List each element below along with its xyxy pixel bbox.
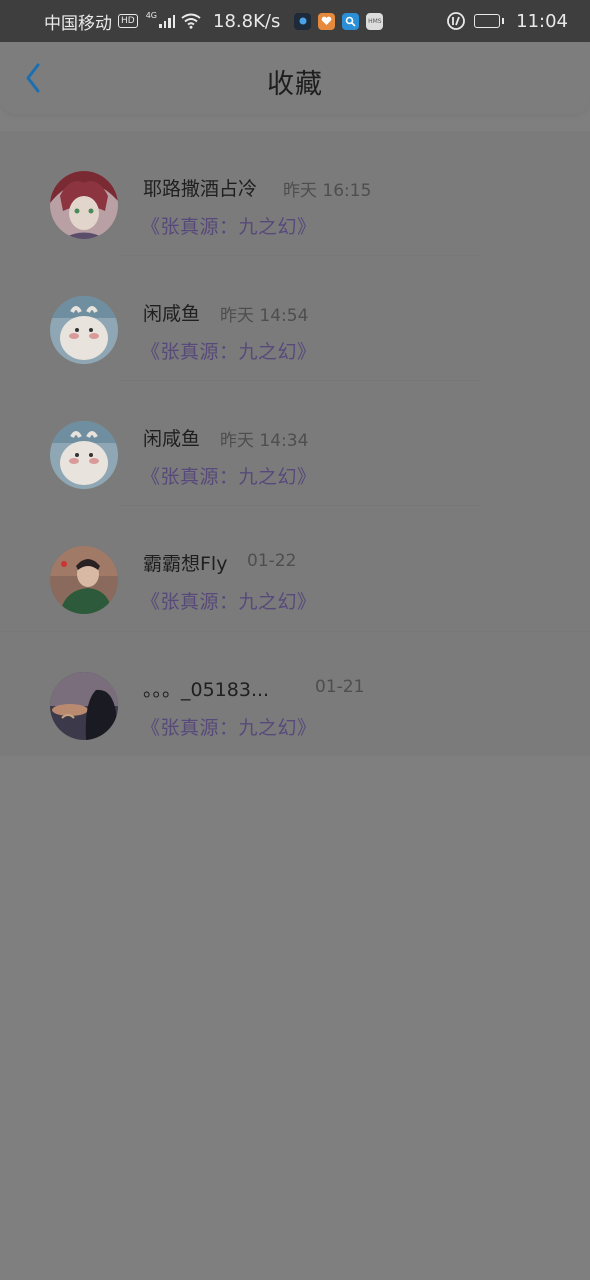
battery-level: 86 xyxy=(486,15,500,27)
status-bar: 中国移动 HD 4G 18.8K/s HMS 86 11:04 xyxy=(0,0,590,42)
book-title-link[interactable]: 《张真源：九之幻》 xyxy=(141,587,317,614)
user-name: 闲咸鱼 xyxy=(143,303,201,325)
avatar[interactable] xyxy=(50,421,118,489)
wifi-icon xyxy=(181,13,201,29)
header-bar: 收藏 xyxy=(0,42,590,114)
timestamp: 昨天 14:34 xyxy=(220,431,309,451)
battery-tip xyxy=(502,18,505,24)
book-title-link[interactable]: 《张真源：九之幻》 xyxy=(141,713,317,740)
camera-app-icon xyxy=(294,12,312,30)
hms-app-icon: HMS xyxy=(366,12,384,30)
user-name: 。。。_05183... xyxy=(143,679,270,701)
avatar[interactable] xyxy=(50,672,118,740)
timestamp: 01-21 xyxy=(315,677,365,697)
clock: 11:04 xyxy=(516,10,568,32)
avatar[interactable] xyxy=(50,171,118,239)
battery-icon: 86 xyxy=(474,14,501,28)
heart-app-icon xyxy=(318,12,336,30)
list-item[interactable]: 闲咸鱼 昨天 14:34 《张真源：九之幻》 xyxy=(0,381,590,506)
user-name: 闲咸鱼 xyxy=(143,428,201,450)
avatar[interactable] xyxy=(50,546,118,614)
list-item[interactable]: 霸霸想Fly 01-22 《张真源：九之幻》 xyxy=(0,506,590,631)
user-name: 霸霸想Fly xyxy=(143,553,228,575)
favorites-list: 耶路撒酒占冷 昨天 16:15 《张真源：九之幻》 闲咸鱼 昨天 14:54 《… xyxy=(0,131,590,756)
carrier-label: 中国移动 xyxy=(44,13,112,34)
book-title-link[interactable]: 《张真源：九之幻》 xyxy=(141,462,317,489)
search-app-icon xyxy=(342,12,360,30)
timestamp: 昨天 14:54 xyxy=(220,306,309,326)
timestamp: 01-22 xyxy=(247,551,297,571)
user-name: 耶路撒酒占冷 xyxy=(143,178,258,200)
cellular-signal-icon: 4G xyxy=(146,11,175,28)
data-saver-icon xyxy=(447,12,466,30)
page-title: 收藏 xyxy=(267,69,323,100)
hd-icon: HD xyxy=(118,14,138,28)
book-title-link[interactable]: 《张真源：九之幻》 xyxy=(141,212,317,239)
list-item[interactable]: 。。。_05183... 01-21 《张真源：九之幻》 xyxy=(0,631,590,756)
avatar[interactable] xyxy=(50,296,118,364)
list-item[interactable]: 耶路撒酒占冷 昨天 16:15 《张真源：九之幻》 xyxy=(0,131,590,256)
network-speed: 18.8K/s xyxy=(213,10,281,32)
list-item[interactable]: 闲咸鱼 昨天 14:54 《张真源：九之幻》 xyxy=(0,256,590,381)
timestamp: 昨天 16:15 xyxy=(283,181,372,201)
book-title-link[interactable]: 《张真源：九之幻》 xyxy=(141,337,317,364)
